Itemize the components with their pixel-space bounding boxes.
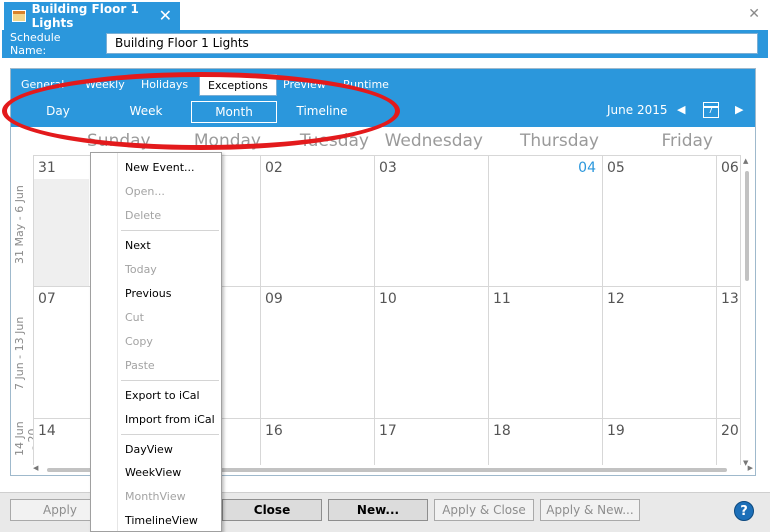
view-tab-timeline[interactable]: Timeline (287, 101, 357, 123)
menu-item-cut: Cut (125, 311, 144, 324)
context-menu: New Event... Open... Delete Next Today P… (90, 152, 222, 532)
day-header-friday: Friday (661, 131, 713, 151)
view-ribbon: General Weekly Holidays Exceptions Previ… (11, 69, 755, 127)
close-button[interactable]: Close (222, 499, 322, 521)
day-cell[interactable]: 03 (375, 155, 489, 287)
view-tab-day[interactable]: Day (23, 101, 93, 123)
tab-holidays[interactable]: Holidays (141, 74, 188, 96)
menu-item-paste: Paste (125, 359, 155, 372)
week-label: 14 Jun - 20 Jun (13, 421, 33, 457)
view-tab-week[interactable]: Week (111, 101, 181, 123)
day-number: 14 (38, 423, 56, 439)
view-tab-month[interactable]: Month (191, 101, 277, 123)
schedule-editor-window: Building Floor 1 Lights ✕ ✕ Schedule Nam… (0, 0, 770, 532)
apply-new-button[interactable]: Apply & New... (540, 499, 640, 521)
day-cell[interactable]: 06 (717, 155, 741, 287)
tab-runtime[interactable]: Runtime (343, 74, 389, 96)
menu-item-export-ical[interactable]: Export to iCal (125, 389, 200, 402)
menu-item-copy: Copy (125, 335, 153, 348)
scroll-left-icon[interactable]: ◀ (33, 464, 38, 472)
apply-close-button[interactable]: Apply & Close (434, 499, 534, 521)
day-cell[interactable]: 04 (489, 155, 603, 287)
current-month-label: June 2015 (607, 103, 668, 117)
schedule-name-label: Schedule Name: (10, 31, 61, 57)
menu-item-open: Open... (125, 185, 165, 198)
today-day-number: 04 (578, 160, 596, 176)
day-number: 11 (493, 291, 511, 307)
new-button[interactable]: New... (328, 499, 428, 521)
day-number: 07 (38, 291, 56, 307)
day-number: 05 (607, 160, 625, 176)
scroll-thumb[interactable] (745, 171, 749, 281)
day-number: 09 (265, 291, 283, 307)
day-number: 13 (721, 291, 739, 307)
day-cell[interactable]: 11 (489, 287, 603, 419)
day-cell[interactable]: 17 (375, 419, 489, 465)
help-icon[interactable]: ? (734, 501, 754, 521)
title-bar: Building Floor 1 Lights ✕ ✕ (0, 0, 770, 30)
menu-item-previous[interactable]: Previous (125, 287, 172, 300)
day-cell[interactable]: 02 (261, 155, 375, 287)
day-header-row: Sunday Monday Tuesday Wednesday Thursday… (11, 127, 755, 155)
tab-preview[interactable]: Preview (283, 74, 326, 96)
day-cell[interactable]: 16 (261, 419, 375, 465)
day-cell[interactable]: 05 (603, 155, 717, 287)
calendar-icon[interactable]: 7 (703, 102, 719, 118)
day-number: 20 (721, 423, 739, 439)
day-cell[interactable]: 10 (375, 287, 489, 419)
day-number: 02 (265, 160, 283, 176)
day-number: 12 (607, 291, 625, 307)
day-cell[interactable]: 12 (603, 287, 717, 419)
day-number: 03 (379, 160, 397, 176)
menu-item-import-ical[interactable]: Import from iCal (125, 413, 215, 426)
day-number: 16 (265, 423, 283, 439)
menu-item-today: Today (125, 263, 157, 276)
week-label: 31 May - 6 Jun (13, 185, 26, 265)
vertical-scrollbar[interactable]: ▲ ▼ (741, 157, 753, 467)
day-header-tuesday: Tuesday (299, 131, 369, 151)
menu-item-delete: Delete (125, 209, 162, 222)
calendar-icon-day: 7 (708, 106, 714, 115)
menu-separator (121, 380, 219, 381)
day-header-sunday: Sunday (87, 131, 151, 151)
day-header-thursday: Thursday (519, 131, 599, 151)
menu-item-monthview: MonthView (125, 490, 186, 503)
scroll-up-icon[interactable]: ▲ (743, 157, 748, 165)
scroll-right-icon[interactable]: ▶ (748, 464, 753, 472)
day-number: 06 (721, 160, 739, 176)
schedule-name-bar: Schedule Name: Building Floor 1 Lights (2, 30, 768, 58)
tab-close-icon[interactable]: ✕ (159, 6, 172, 25)
day-number: 10 (379, 291, 397, 307)
tab-exceptions[interactable]: Exceptions (199, 74, 277, 96)
schedule-name-input[interactable]: Building Floor 1 Lights (106, 33, 758, 54)
day-number: 19 (607, 423, 625, 439)
day-header-monday: Monday (193, 131, 261, 151)
day-cell[interactable]: 18 (489, 419, 603, 465)
menu-item-dayview[interactable]: DayView (125, 443, 173, 456)
week-label: 7 Jun - 13 Jun (13, 316, 26, 390)
menu-item-next[interactable]: Next (125, 239, 151, 252)
triangle-right-icon[interactable]: ▶ (735, 103, 743, 116)
window-close-icon[interactable]: ✕ (748, 6, 760, 22)
schedule-icon (12, 10, 26, 22)
day-number: 18 (493, 423, 511, 439)
menu-item-weekview[interactable]: WeekView (125, 466, 181, 479)
day-number: 17 (379, 423, 397, 439)
menu-item-new-event[interactable]: New Event... (125, 161, 195, 174)
tab-general[interactable]: General (21, 74, 64, 96)
day-cell[interactable]: 13 (717, 287, 741, 419)
day-cell[interactable]: 20 (717, 419, 741, 465)
day-number: 31 (38, 160, 56, 176)
menu-separator (121, 434, 219, 435)
tab-weekly[interactable]: Weekly (85, 74, 125, 96)
menu-item-timelineview[interactable]: TimelineView (125, 514, 198, 527)
day-header-wednesday: Wednesday (384, 131, 483, 151)
menu-separator (121, 230, 219, 231)
triangle-left-icon[interactable]: ◀ (677, 103, 685, 116)
day-cell[interactable]: 09 (261, 287, 375, 419)
document-tab[interactable]: Building Floor 1 Lights ✕ (4, 2, 180, 30)
day-cell[interactable]: 19 (603, 419, 717, 465)
